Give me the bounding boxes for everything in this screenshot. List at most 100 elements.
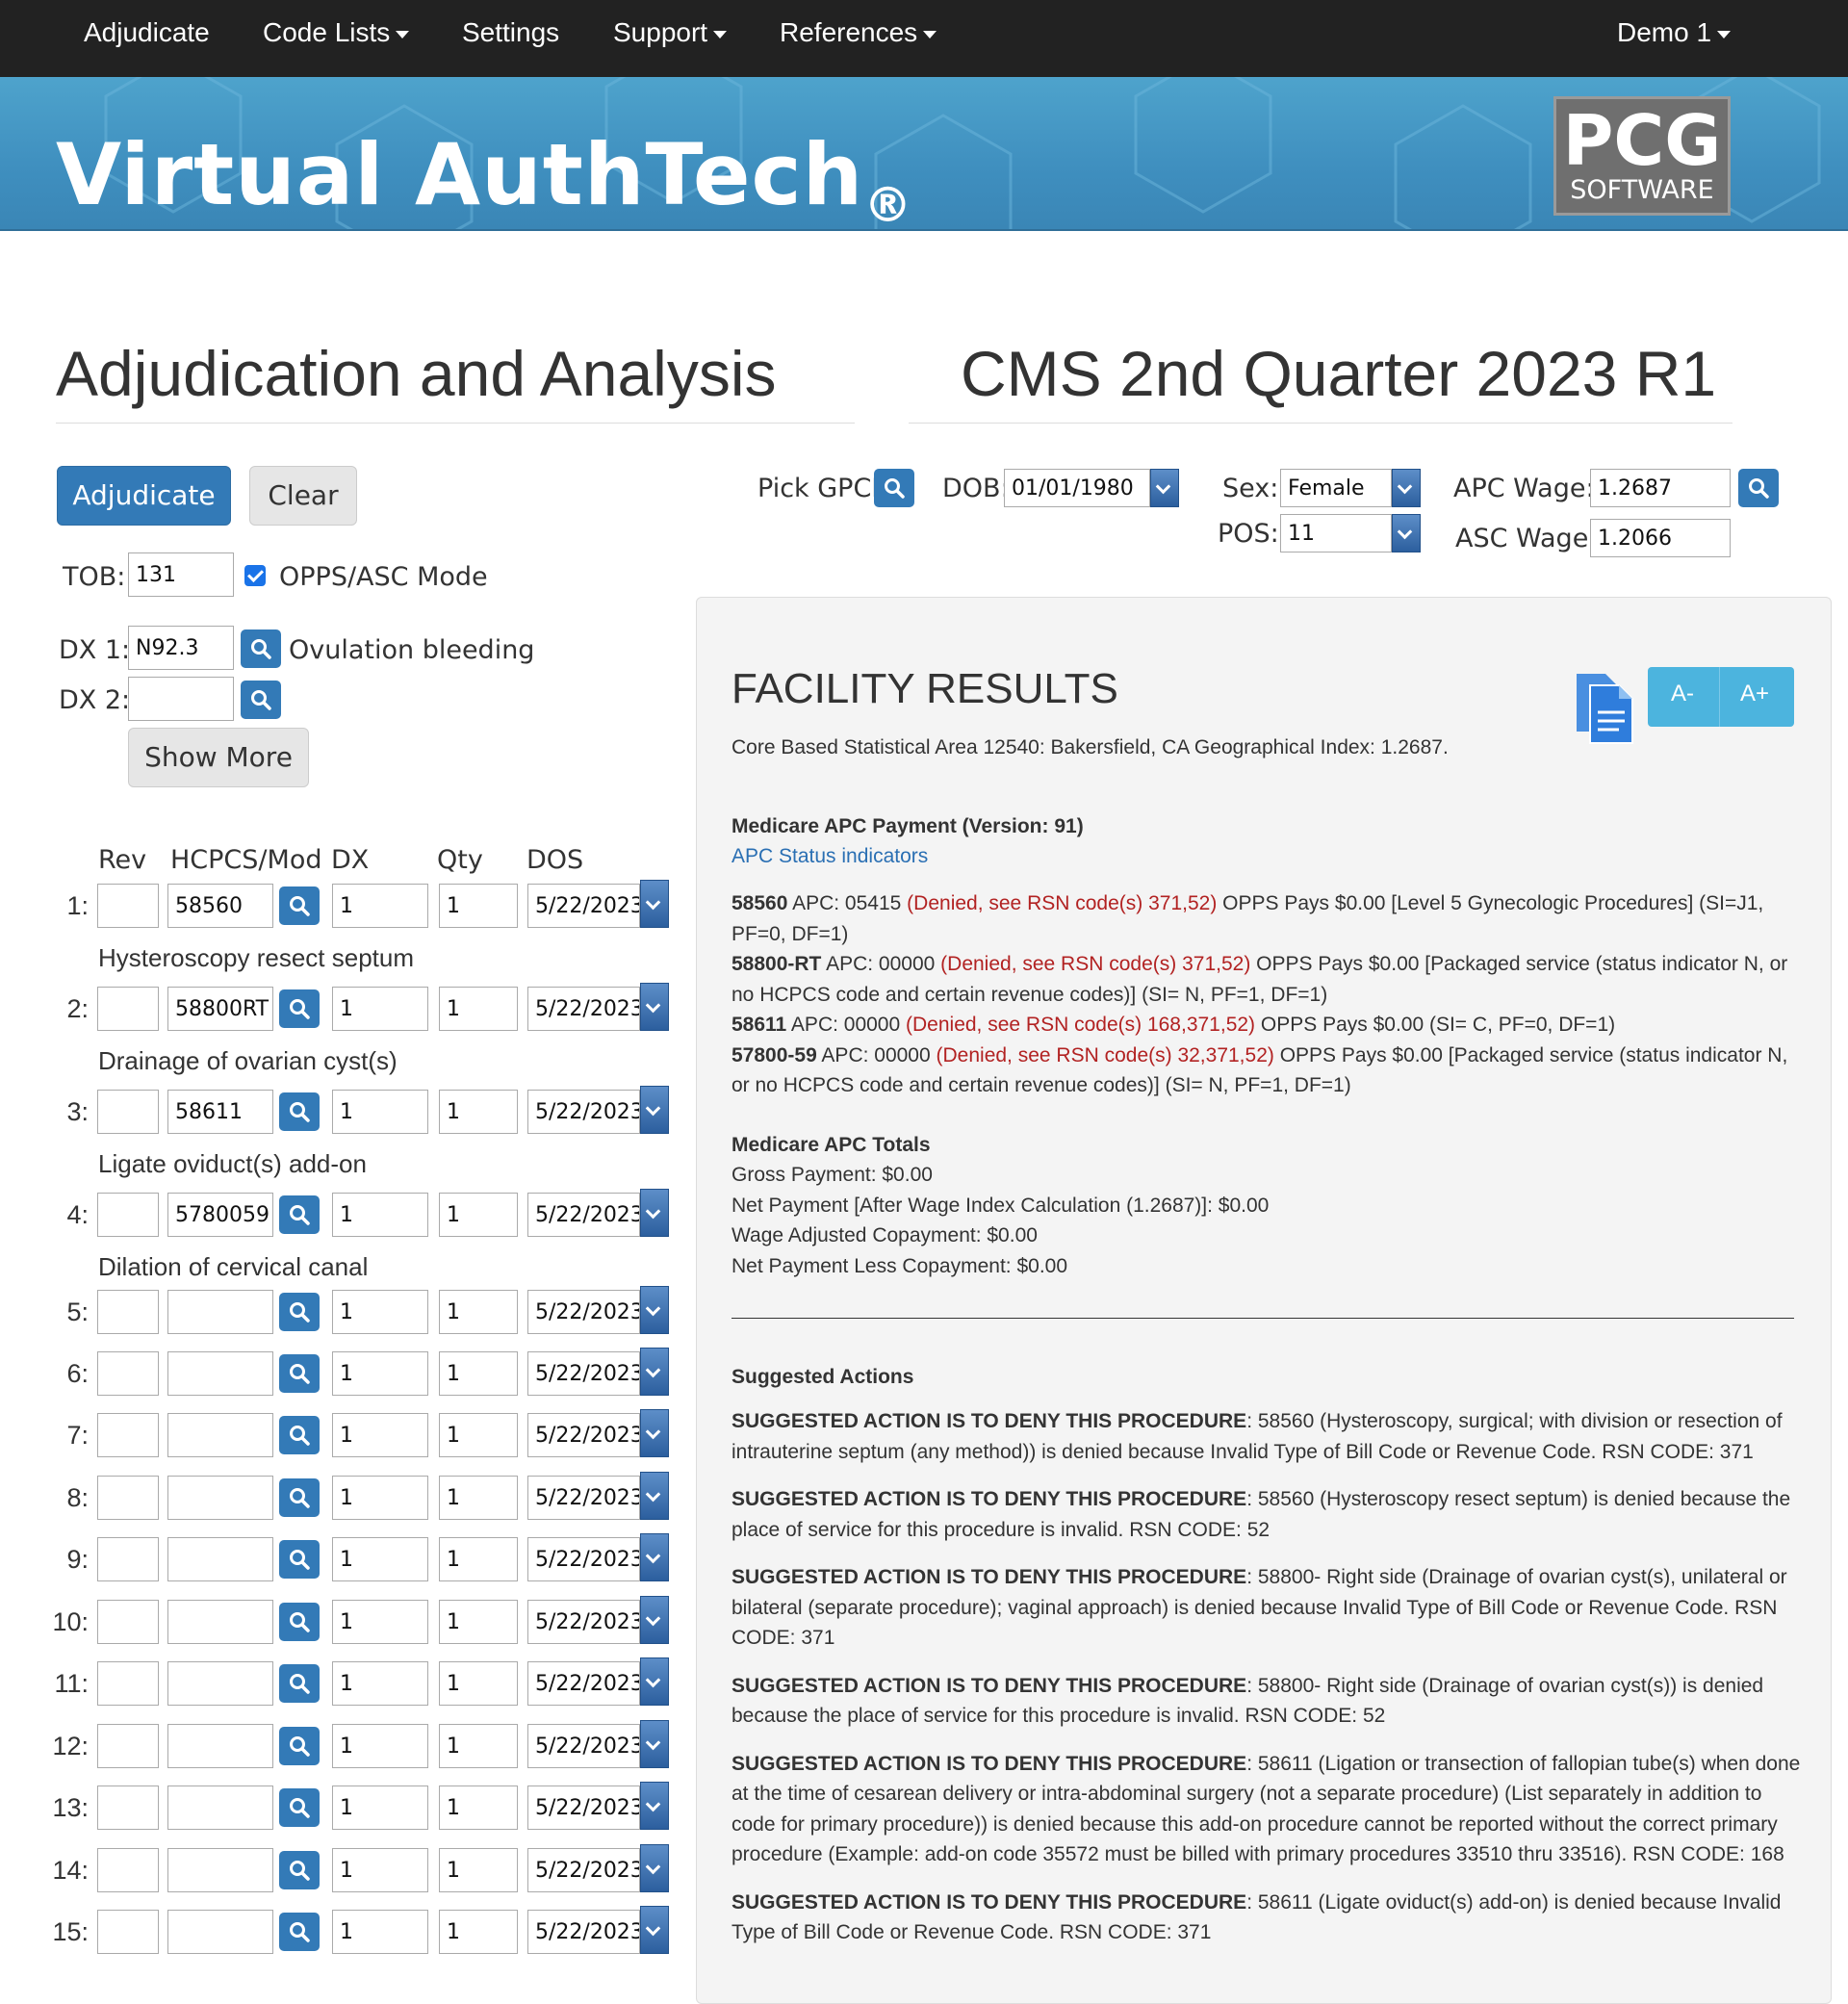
qty-input[interactable]: 1 [439,1600,518,1644]
opps-asc-checkbox[interactable] [244,565,266,586]
dos-input[interactable]: 5/22/2023 [527,1290,640,1334]
hcpcs-search-button[interactable] [279,989,320,1028]
hcpcs-input[interactable] [167,1661,273,1706]
pos-select[interactable]: 11 [1280,514,1392,552]
dx-pointer-input[interactable]: 1 [332,1661,428,1706]
rev-input[interactable] [97,1090,159,1134]
dx-pointer-input[interactable]: 1 [332,1090,428,1134]
hcpcs-search-button[interactable] [279,1913,320,1951]
rev-input[interactable] [97,1661,159,1706]
qty-input[interactable]: 1 [439,1090,518,1134]
rev-input[interactable] [97,1910,159,1954]
dob-input[interactable]: 01/01/1980 [1004,469,1150,507]
nav-code-lists[interactable]: Code Lists [263,17,410,48]
dos-dropdown-arrow-icon[interactable] [640,1533,669,1581]
hcpcs-input[interactable]: 5780059 [167,1193,273,1237]
qty-input[interactable]: 1 [439,987,518,1031]
hcpcs-input[interactable] [167,1786,273,1830]
dx-pointer-input[interactable]: 1 [332,1476,428,1520]
dos-input[interactable]: 5/22/2023 [527,1786,640,1830]
dx-pointer-input[interactable]: 1 [332,1193,428,1237]
user-menu[interactable]: Demo 1 [1617,17,1732,48]
hcpcs-search-button[interactable] [279,1664,320,1703]
nav-references[interactable]: References [780,17,937,48]
dos-input[interactable]: 5/22/2023 [527,1848,640,1892]
dx-pointer-input[interactable]: 1 [332,1537,428,1581]
clear-button[interactable]: Clear [249,466,357,526]
qty-input[interactable]: 1 [439,1413,518,1457]
dx-pointer-input[interactable]: 1 [332,1413,428,1457]
dos-input[interactable]: 5/22/2023 [527,1537,640,1581]
pick-gpci-search-button[interactable] [874,469,914,507]
hcpcs-search-button[interactable] [279,1092,320,1131]
qty-input[interactable]: 1 [439,1476,518,1520]
hcpcs-input[interactable] [167,1476,273,1520]
qty-input[interactable]: 1 [439,1661,518,1706]
dx-pointer-input[interactable]: 1 [332,1600,428,1644]
nav-adjudicate[interactable]: Adjudicate [84,17,210,48]
apc-wage-input[interactable]: 1.2687 [1590,469,1731,507]
hcpcs-input[interactable] [167,1537,273,1581]
dos-dropdown-arrow-icon[interactable] [640,1906,669,1954]
qty-input[interactable]: 1 [439,1848,518,1892]
qty-input[interactable]: 1 [439,1193,518,1237]
dx-pointer-input[interactable]: 1 [332,1351,428,1396]
hcpcs-search-button[interactable] [279,1478,320,1517]
hcpcs-input[interactable]: 58611 [167,1090,273,1134]
hcpcs-input[interactable] [167,1290,273,1334]
dos-dropdown-arrow-icon[interactable] [640,983,669,1031]
hcpcs-search-button[interactable] [279,1195,320,1234]
hcpcs-search-button[interactable] [279,1416,320,1454]
dos-input[interactable]: 5/22/2023 [527,1661,640,1706]
dos-dropdown-arrow-icon[interactable] [640,1189,669,1237]
rev-input[interactable] [97,1600,159,1644]
hcpcs-search-button[interactable] [279,1727,320,1765]
rev-input[interactable] [97,1786,159,1830]
dx-pointer-input[interactable]: 1 [332,1910,428,1954]
dos-dropdown-arrow-icon[interactable] [640,1844,669,1892]
apc-wage-search-button[interactable] [1738,469,1779,507]
rev-input[interactable] [97,1193,159,1237]
rev-input[interactable] [97,1476,159,1520]
hcpcs-search-button[interactable] [279,886,320,925]
rev-input[interactable] [97,884,159,928]
dx-pointer-input[interactable]: 1 [332,1848,428,1892]
font-increase-button[interactable]: A+ [1740,681,1769,707]
rev-input[interactable] [97,1848,159,1892]
dx-pointer-input[interactable]: 1 [332,884,428,928]
hcpcs-search-button[interactable] [279,1293,320,1331]
qty-input[interactable]: 1 [439,1724,518,1768]
dob-dropdown-arrow-icon[interactable] [1150,469,1179,507]
asc-wage-input[interactable]: 1.2066 [1590,519,1731,557]
dos-input[interactable]: 5/22/2023 [527,1413,640,1457]
dos-dropdown-arrow-icon[interactable] [640,1286,669,1334]
sex-dropdown-arrow-icon[interactable] [1392,469,1421,507]
dx-pointer-input[interactable]: 1 [332,1786,428,1830]
hcpcs-input[interactable] [167,1910,273,1954]
dx1-input[interactable]: N92.3 [128,626,234,670]
adjudicate-button[interactable]: Adjudicate [57,466,231,526]
nav-support[interactable]: Support [613,17,728,48]
dos-input[interactable]: 5/22/2023 [527,1910,640,1954]
hcpcs-search-button[interactable] [279,1851,320,1889]
rev-input[interactable] [97,1537,159,1581]
hcpcs-input[interactable] [167,1848,273,1892]
pos-dropdown-arrow-icon[interactable] [1392,514,1421,552]
dx-pointer-input[interactable]: 1 [332,1724,428,1768]
hcpcs-input[interactable] [167,1413,273,1457]
hcpcs-input[interactable] [167,1351,273,1396]
rev-input[interactable] [97,1724,159,1768]
show-more-button[interactable]: Show More [128,728,309,787]
dx-pointer-input[interactable]: 1 [332,1290,428,1334]
dos-dropdown-arrow-icon[interactable] [640,1782,669,1830]
dos-dropdown-arrow-icon[interactable] [640,1657,669,1706]
dx1-search-button[interactable] [241,629,281,668]
qty-input[interactable]: 1 [439,884,518,928]
apc-status-link[interactable]: APC Status indicators [732,841,928,872]
dos-dropdown-arrow-icon[interactable] [640,1596,669,1644]
dos-dropdown-arrow-icon[interactable] [640,880,669,928]
dos-input[interactable]: 5/22/2023 [527,1724,640,1768]
dos-input[interactable]: 5/22/2023 [527,1600,640,1644]
hcpcs-search-button[interactable] [279,1540,320,1579]
dx-pointer-input[interactable]: 1 [332,987,428,1031]
